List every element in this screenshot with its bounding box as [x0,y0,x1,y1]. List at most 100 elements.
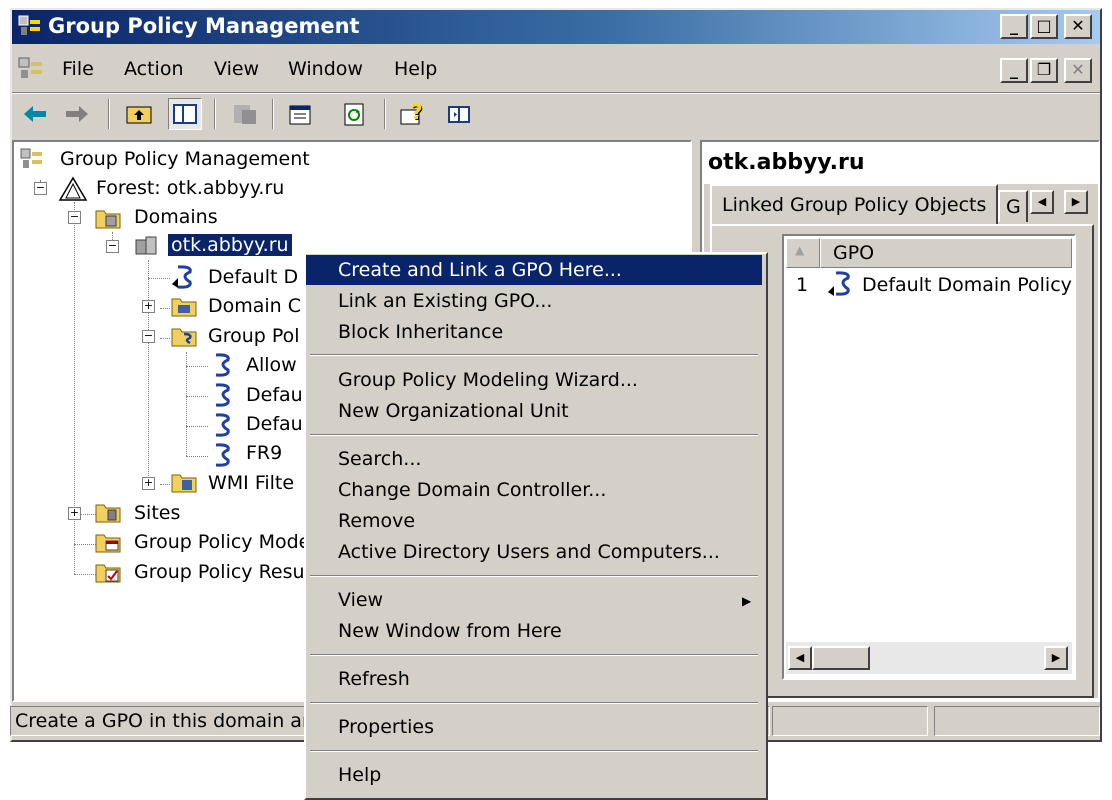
detail-heading: otk.abbyy.ru [708,150,865,175]
help-icon[interactable]: ?? [398,100,428,128]
tree-line [74,544,96,545]
menu-remove[interactable]: Remove [306,506,762,536]
expand-toggle[interactable]: + [68,507,81,520]
tree-domains[interactable]: Domains [134,206,218,228]
action-pane-icon[interactable] [444,100,474,128]
tree-domain-controllers[interactable]: Domain C [208,295,301,317]
column-header-gpo[interactable]: GPO [820,238,1072,268]
tab-scroll-left-button[interactable]: ◀ [1030,190,1054,214]
menu-action[interactable]: Action [124,58,184,80]
show-hide-tree-icon[interactable] [168,98,202,130]
refresh-icon[interactable] [340,100,370,128]
delete-icon[interactable] [230,100,260,128]
modeling-icon [94,530,124,554]
menu-search[interactable]: Search... [306,444,762,474]
tree-line [186,426,208,427]
ou-folder-icon [170,294,200,318]
collapse-toggle[interactable]: − [106,240,119,253]
properties-icon[interactable] [286,100,316,128]
list-item-name[interactable]: Default Domain Policy [862,274,1072,296]
menu-window[interactable]: Window [288,58,363,80]
mdi-close-button[interactable]: ✕ [1064,58,1092,83]
tree-domain-selected[interactable]: otk.abbyy.ru [167,233,293,257]
tree-forest[interactable]: Forest: otk.abbyy.ru [96,177,284,199]
tree-group-policy-objects[interactable]: Group Pol [208,325,300,347]
menu-block-inheritance[interactable]: Block Inheritance [306,317,762,347]
tree-line [160,484,170,485]
tree-modeling[interactable]: Group Policy Mode [134,531,310,553]
mdi-restore-button[interactable]: ❐ [1030,58,1058,83]
forward-icon[interactable] [62,100,92,128]
menu-ad-users-computers[interactable]: Active Directory Users and Computers... [306,537,762,567]
scroll-thumb[interactable] [812,646,870,670]
gpo-list[interactable] [782,234,1076,680]
tab-next[interactable]: G [998,190,1028,222]
gpmc-root-icon [20,148,42,168]
menu-separator [310,575,758,577]
gpo-link-icon [826,270,856,298]
toolbar-separator [214,99,216,129]
maximize-button[interactable]: □ [1030,14,1058,39]
menu-link-existing-gpo[interactable]: Link an Existing GPO... [306,286,762,316]
submenu-arrow-icon: ▶ [742,594,752,608]
tab-scroll-right-button[interactable]: ▶ [1064,190,1088,214]
column-header-gpo-label: GPO [833,242,875,264]
menu-properties[interactable]: Properties [306,712,762,742]
menu-refresh[interactable]: Refresh [306,664,762,694]
menu-separator [310,654,758,656]
menu-new-window[interactable]: New Window from Here [306,616,762,646]
toolbar-separator [384,99,386,129]
tree-default-domain[interactable]: Default D [208,266,298,288]
column-header-order[interactable]: ▲ [786,238,820,268]
tree-gpo-allow[interactable]: Allow [246,354,297,376]
scroll-right-button[interactable]: ▶ [1044,646,1068,670]
menu-help[interactable]: Help [394,58,437,80]
wmi-folder-icon [170,470,200,494]
menu-change-dc[interactable]: Change Domain Controller... [306,475,762,505]
tree-line [160,308,170,309]
collapse-toggle[interactable]: − [34,182,47,195]
menu-modeling-wizard[interactable]: Group Policy Modeling Wizard... [306,365,762,395]
tree-wmi-filters[interactable]: WMI Filte [208,472,294,494]
menu-help-item[interactable]: Help [306,760,762,790]
toolbar-separator [272,99,274,129]
toolbar-separator [108,99,110,129]
close-button[interactable]: ✕ [1064,14,1092,39]
mdi-icon [18,56,44,82]
tree-gpo-default-1[interactable]: Defau [246,384,303,406]
tab-next-label: G [1006,196,1021,218]
tree-gpo-default-2[interactable]: Defau [246,413,303,435]
up-folder-icon[interactable] [124,100,154,128]
tree-line [186,396,208,397]
expand-toggle[interactable]: + [142,477,155,490]
list-item-order: 1 [796,274,809,296]
tree-root[interactable]: Group Policy Management [60,148,310,170]
collapse-toggle[interactable]: − [142,330,155,343]
menu-new-ou[interactable]: New Organizational Unit [306,396,762,426]
tree-line [74,574,96,575]
tree-results[interactable]: Group Policy Resu [134,561,305,583]
menu-separator [310,750,758,752]
menu-separator [310,354,758,356]
menu-view-submenu[interactable]: View [306,585,762,615]
menu-separator [310,702,758,704]
collapse-toggle[interactable]: − [68,211,81,224]
gpo-scroll-icon [208,352,238,378]
expand-toggle[interactable]: + [142,300,155,313]
sites-folder-icon [94,500,124,524]
tree-sites[interactable]: Sites [134,502,180,524]
menu-create-link-gpo[interactable]: Create and Link a GPO Here... [306,255,762,285]
status-text: Create a GPO in this domain an [15,710,314,732]
scroll-left-button[interactable]: ◀ [788,646,812,670]
back-icon[interactable] [20,100,50,128]
gpo-scroll-icon [208,412,238,438]
svg-text:?: ? [411,100,423,124]
menu-file[interactable]: File [62,58,94,80]
menu-separator [310,434,758,436]
tree-gpo-fr9[interactable]: FR9 [246,442,282,464]
tab-linked-gpo-label: Linked Group Policy Objects [722,194,987,216]
mdi-minimize-button[interactable]: _ [1000,58,1028,83]
minimize-button[interactable]: _ [1000,14,1028,39]
tab-linked-gpo[interactable]: Linked Group Policy Objects [710,184,998,224]
menu-view[interactable]: View [214,58,259,80]
